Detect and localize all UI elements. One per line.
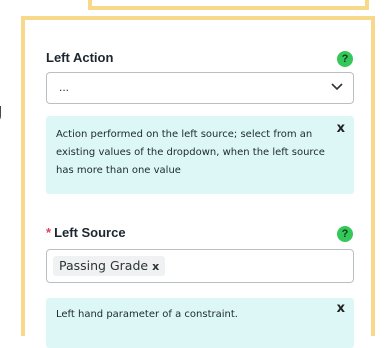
left-source-info-text: Left hand parameter of a constraint. — [56, 309, 238, 320]
left-source-help-icon[interactable]: ? — [337, 226, 353, 242]
required-marker: * — [46, 225, 52, 240]
chevron-down-icon[interactable] — [331, 83, 343, 91]
left-source-label-text: Left Source — [54, 225, 126, 240]
left-action-info-text: Action performed on the left source; sel… — [56, 129, 325, 176]
left-source-chip: Passing Grade x — [53, 256, 166, 276]
chip-remove-icon[interactable]: x — [152, 260, 159, 273]
background-fragment-text: g — [0, 100, 2, 123]
left-source-label: * Left Source — [46, 225, 126, 240]
left-action-select[interactable]: ... — [46, 72, 354, 104]
constraint-panel: Left Action ? ... Action performed on th… — [21, 16, 375, 348]
chip-label: Passing Grade — [59, 258, 149, 273]
upper-panel-frame — [88, 0, 369, 10]
left-action-selected-value: ... — [59, 80, 70, 94]
left-action-label: Left Action — [46, 50, 114, 65]
left-source-info-box: Left hand parameter of a constraint. x — [46, 298, 354, 348]
left-action-info-close-icon[interactable]: x — [337, 120, 345, 138]
left-source-multiselect[interactable]: Passing Grade x — [46, 249, 354, 283]
left-source-info-close-icon[interactable]: x — [337, 300, 345, 318]
left-action-info-box: Action performed on the left source; sel… — [46, 116, 354, 194]
left-action-help-icon[interactable]: ? — [337, 51, 353, 67]
